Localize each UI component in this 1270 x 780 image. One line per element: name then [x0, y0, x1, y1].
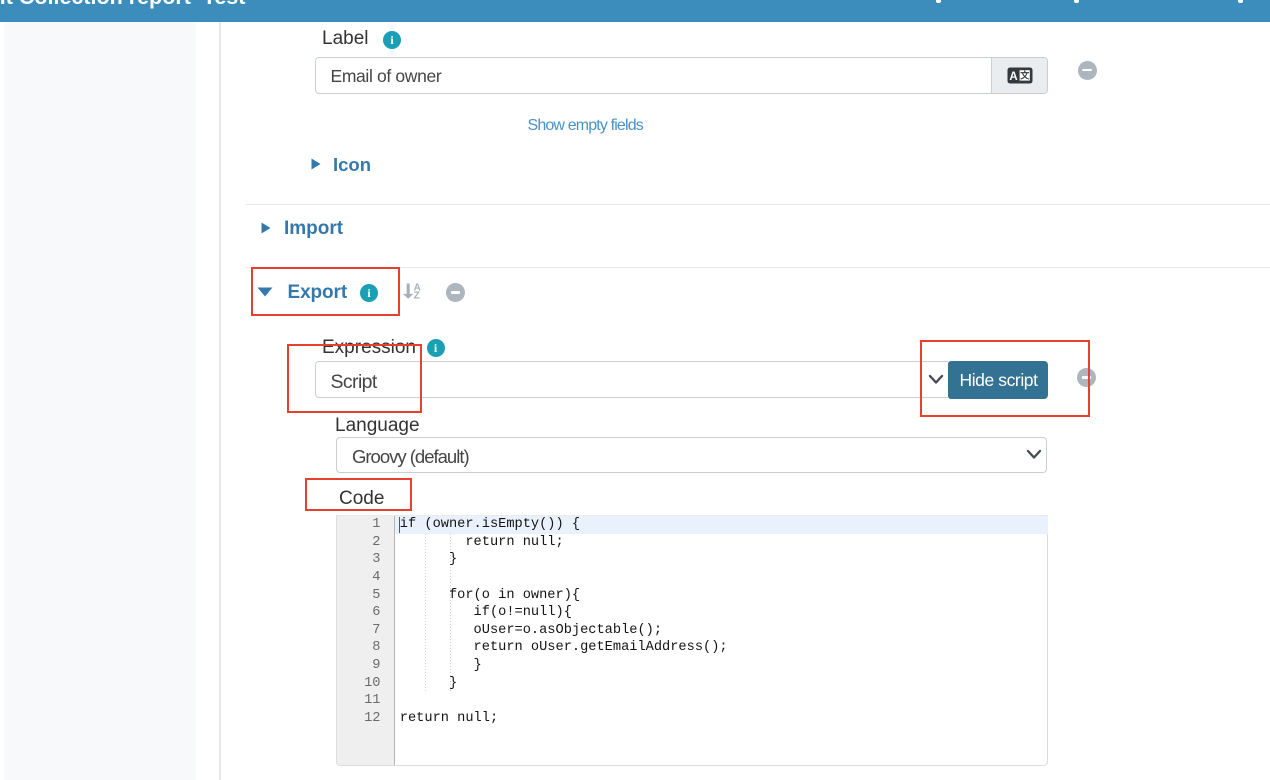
svg-text:文: 文: [1019, 69, 1030, 80]
svg-text:A: A: [1009, 71, 1017, 83]
svg-text:Z: Z: [414, 290, 420, 300]
